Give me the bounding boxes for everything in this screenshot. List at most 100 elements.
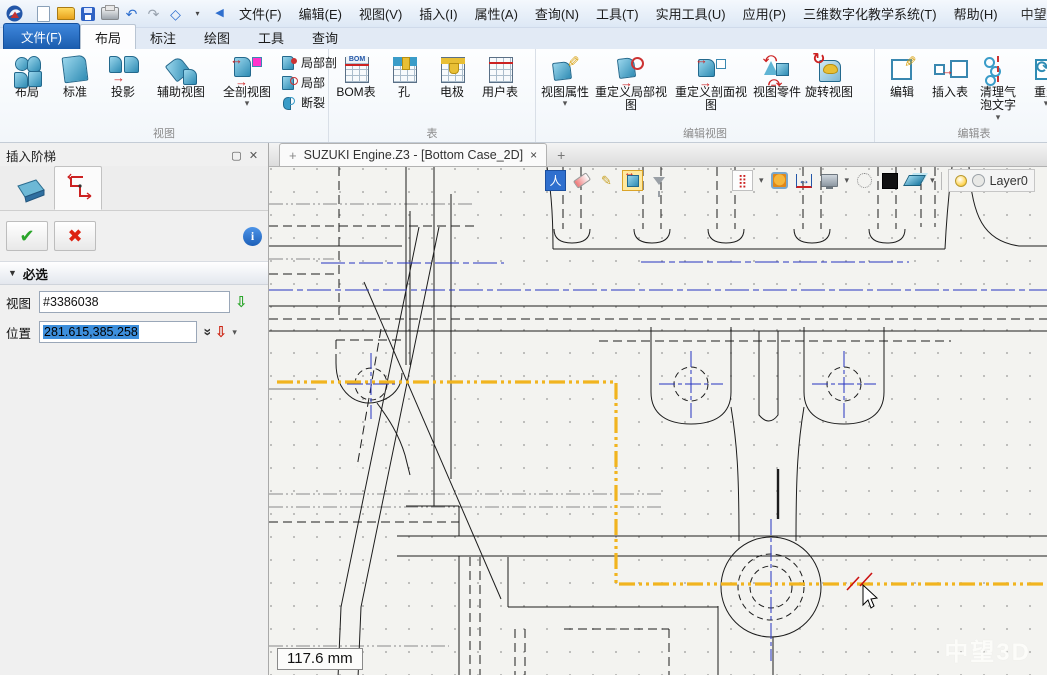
- view-orient-button[interactable]: ◇: [165, 4, 186, 24]
- menu-insert[interactable]: 插入(I): [411, 0, 465, 27]
- bom-table-button[interactable]: BOM BOM表: [332, 51, 380, 101]
- panel-restore-button[interactable]: ▢: [228, 149, 245, 162]
- full-section-view-button[interactable]: ↔→ 全剖视图 ▾: [215, 51, 279, 110]
- caret-down-icon: ▾: [996, 113, 1001, 122]
- selected-text: 281.615,385.258: [43, 325, 139, 339]
- tab-close-icon[interactable]: ×: [530, 148, 537, 162]
- back-button[interactable]: ◀: [209, 4, 230, 24]
- clean-balloon-text-button[interactable]: 清理气泡文字 ▾: [974, 51, 1022, 124]
- view-field-input[interactable]: #3386038: [39, 291, 230, 313]
- redefine-section-view-button[interactable]: ↔→ 重定义剖面视图: [671, 51, 751, 115]
- hole-table-button[interactable]: 孔: [380, 51, 428, 101]
- cancel-button[interactable]: ✖: [54, 221, 96, 251]
- grid-toggle-button[interactable]: ⣿: [732, 170, 753, 191]
- tab-inquire[interactable]: 查询: [298, 25, 352, 49]
- tab-annotation[interactable]: 标注: [136, 25, 190, 49]
- menu-utilities[interactable]: 实用工具(U): [648, 0, 734, 27]
- funnel-icon: [653, 177, 665, 185]
- projection-button[interactable]: → 投影: [99, 51, 147, 101]
- open-button[interactable]: [55, 4, 76, 24]
- caret-down-icon[interactable]: ▾: [845, 176, 850, 185]
- monitor-icon: [821, 174, 838, 187]
- caret-down-icon[interactable]: ▾: [759, 176, 764, 185]
- exit-sketch-button[interactable]: 人: [545, 170, 566, 191]
- tab-layout[interactable]: 布局: [80, 24, 136, 49]
- insert-table-button[interactable]: → 插入表: [926, 51, 974, 101]
- redefine-detail-view-button[interactable]: → 重定义局部视图: [591, 51, 671, 115]
- menu-help[interactable]: 帮助(H): [946, 0, 1006, 27]
- menu-attributes[interactable]: 属性(A): [467, 0, 526, 27]
- user-table-button[interactable]: 用户表: [476, 51, 524, 101]
- menu-edit[interactable]: 编辑(E): [291, 0, 350, 27]
- view-orientation-button[interactable]: ↔: [622, 170, 643, 191]
- view-field-row: 视图 #3386038 ⇩: [0, 285, 268, 315]
- standard-view-button[interactable]: 标准: [51, 51, 99, 101]
- panel-tab-step[interactable]: [54, 166, 102, 210]
- menu-file[interactable]: 文件(F): [231, 0, 290, 27]
- expand-chevrons-button[interactable]: «: [198, 328, 214, 336]
- tab-file[interactable]: 文件(F): [3, 23, 80, 49]
- filter-button[interactable]: [649, 171, 668, 190]
- lasso-select-button[interactable]: [855, 171, 874, 190]
- menu-applications[interactable]: 应用(P): [735, 0, 794, 27]
- info-button[interactable]: i: [243, 227, 262, 246]
- menu-tools[interactable]: 工具(T): [588, 0, 647, 27]
- required-section-header[interactable]: ▼ 必选: [0, 261, 268, 285]
- drawing-canvas[interactable]: 人 ✎ ↔ ⣿ ▾ ↔ ▾ ▾: [269, 167, 1047, 675]
- tab-pin-icon: +: [289, 148, 297, 163]
- layer-manager-button[interactable]: [905, 171, 924, 190]
- layout-button[interactable]: 布局: [3, 51, 51, 101]
- erase-button[interactable]: [572, 171, 591, 190]
- panel-actions: ✔ ✖ i: [0, 211, 268, 261]
- rotate-view-button[interactable]: ↻ 旋转视图: [803, 51, 855, 101]
- print-button[interactable]: [99, 4, 120, 24]
- dotted-circle-icon: [857, 173, 872, 188]
- runner-icon: 人: [549, 175, 561, 187]
- pick-point-button[interactable]: ⇩: [215, 323, 228, 341]
- view-attributes-button[interactable]: ✎ 视图属性 ▾: [539, 51, 591, 110]
- group-label-view: 视图: [0, 125, 328, 141]
- render-mode-button[interactable]: [770, 171, 789, 190]
- panel-tab-view[interactable]: [8, 172, 54, 210]
- caret-down-icon[interactable]: ▾: [930, 176, 935, 185]
- panel-close-button[interactable]: ✕: [245, 149, 262, 162]
- caret-down-icon[interactable]: ▾: [232, 328, 237, 337]
- edit-button[interactable]: ✎ 编辑: [878, 51, 926, 101]
- background-color-button[interactable]: [880, 171, 899, 190]
- detail-view-icon: [281, 75, 298, 91]
- auxiliary-view-button[interactable]: 辅助视图: [147, 51, 215, 101]
- tab-drawing[interactable]: 绘图: [190, 25, 244, 49]
- new-tab-button[interactable]: +: [557, 147, 565, 163]
- menu-3d-teaching-system[interactable]: 三维数字化教学系统(T): [795, 0, 945, 27]
- menu-inquire[interactable]: 查询(N): [527, 0, 587, 27]
- dimension-display-button[interactable]: ↔: [795, 171, 814, 190]
- display-settings-button[interactable]: [820, 171, 839, 190]
- position-field-input[interactable]: 281.615,385.258: [39, 321, 197, 343]
- bom-table-icon: BOM: [339, 53, 373, 85]
- tab-tools[interactable]: 工具: [244, 25, 298, 49]
- undo-button[interactable]: ↶: [121, 4, 142, 24]
- title-bar: ↶ ↷ ◇ ▾ ◀ 文件(F) 编辑(E) 视图(V) 插入(I) 属性(A) …: [0, 0, 1047, 28]
- electrode-table-icon: [435, 53, 469, 85]
- electrode-table-button[interactable]: 电极: [428, 51, 476, 101]
- paint-button[interactable]: ✎: [597, 171, 616, 190]
- pick-from-list-button[interactable]: ⇩: [235, 293, 248, 311]
- quick-access-dropdown[interactable]: ▾: [187, 4, 208, 24]
- active-layer-field[interactable]: Layer0: [948, 169, 1035, 192]
- ribbon-group-table: BOM BOM表 孔 电极 用户表 表: [329, 49, 536, 142]
- brush-icon: ✎: [601, 174, 612, 187]
- ok-button[interactable]: ✔: [6, 221, 48, 251]
- view-parts-button[interactable]: ⤺⤼ 视图零件: [751, 51, 803, 101]
- regenerate-button[interactable]: ⟳ 重生 ▾: [1022, 51, 1047, 110]
- redo-button[interactable]: ↷: [143, 4, 164, 24]
- view-plane-icon: [16, 178, 46, 204]
- projection-icon: →: [106, 53, 140, 85]
- document-tab[interactable]: + SUZUKI Engine.Z3 - [Bottom Case_2D] ×: [279, 143, 547, 166]
- ribbon: 布局 标准 → 投影 辅助视图 ↔→ 全剖视图 ▾ 局部剖 局部: [0, 49, 1047, 143]
- window-title: 中望3D 2014: [1021, 4, 1047, 23]
- menu-view[interactable]: 视图(V): [351, 0, 410, 27]
- new-document-button[interactable]: [33, 4, 54, 24]
- save-button[interactable]: [77, 4, 98, 24]
- step-symbol-icon: [63, 173, 93, 203]
- regenerate-icon: ⟳: [1029, 53, 1047, 85]
